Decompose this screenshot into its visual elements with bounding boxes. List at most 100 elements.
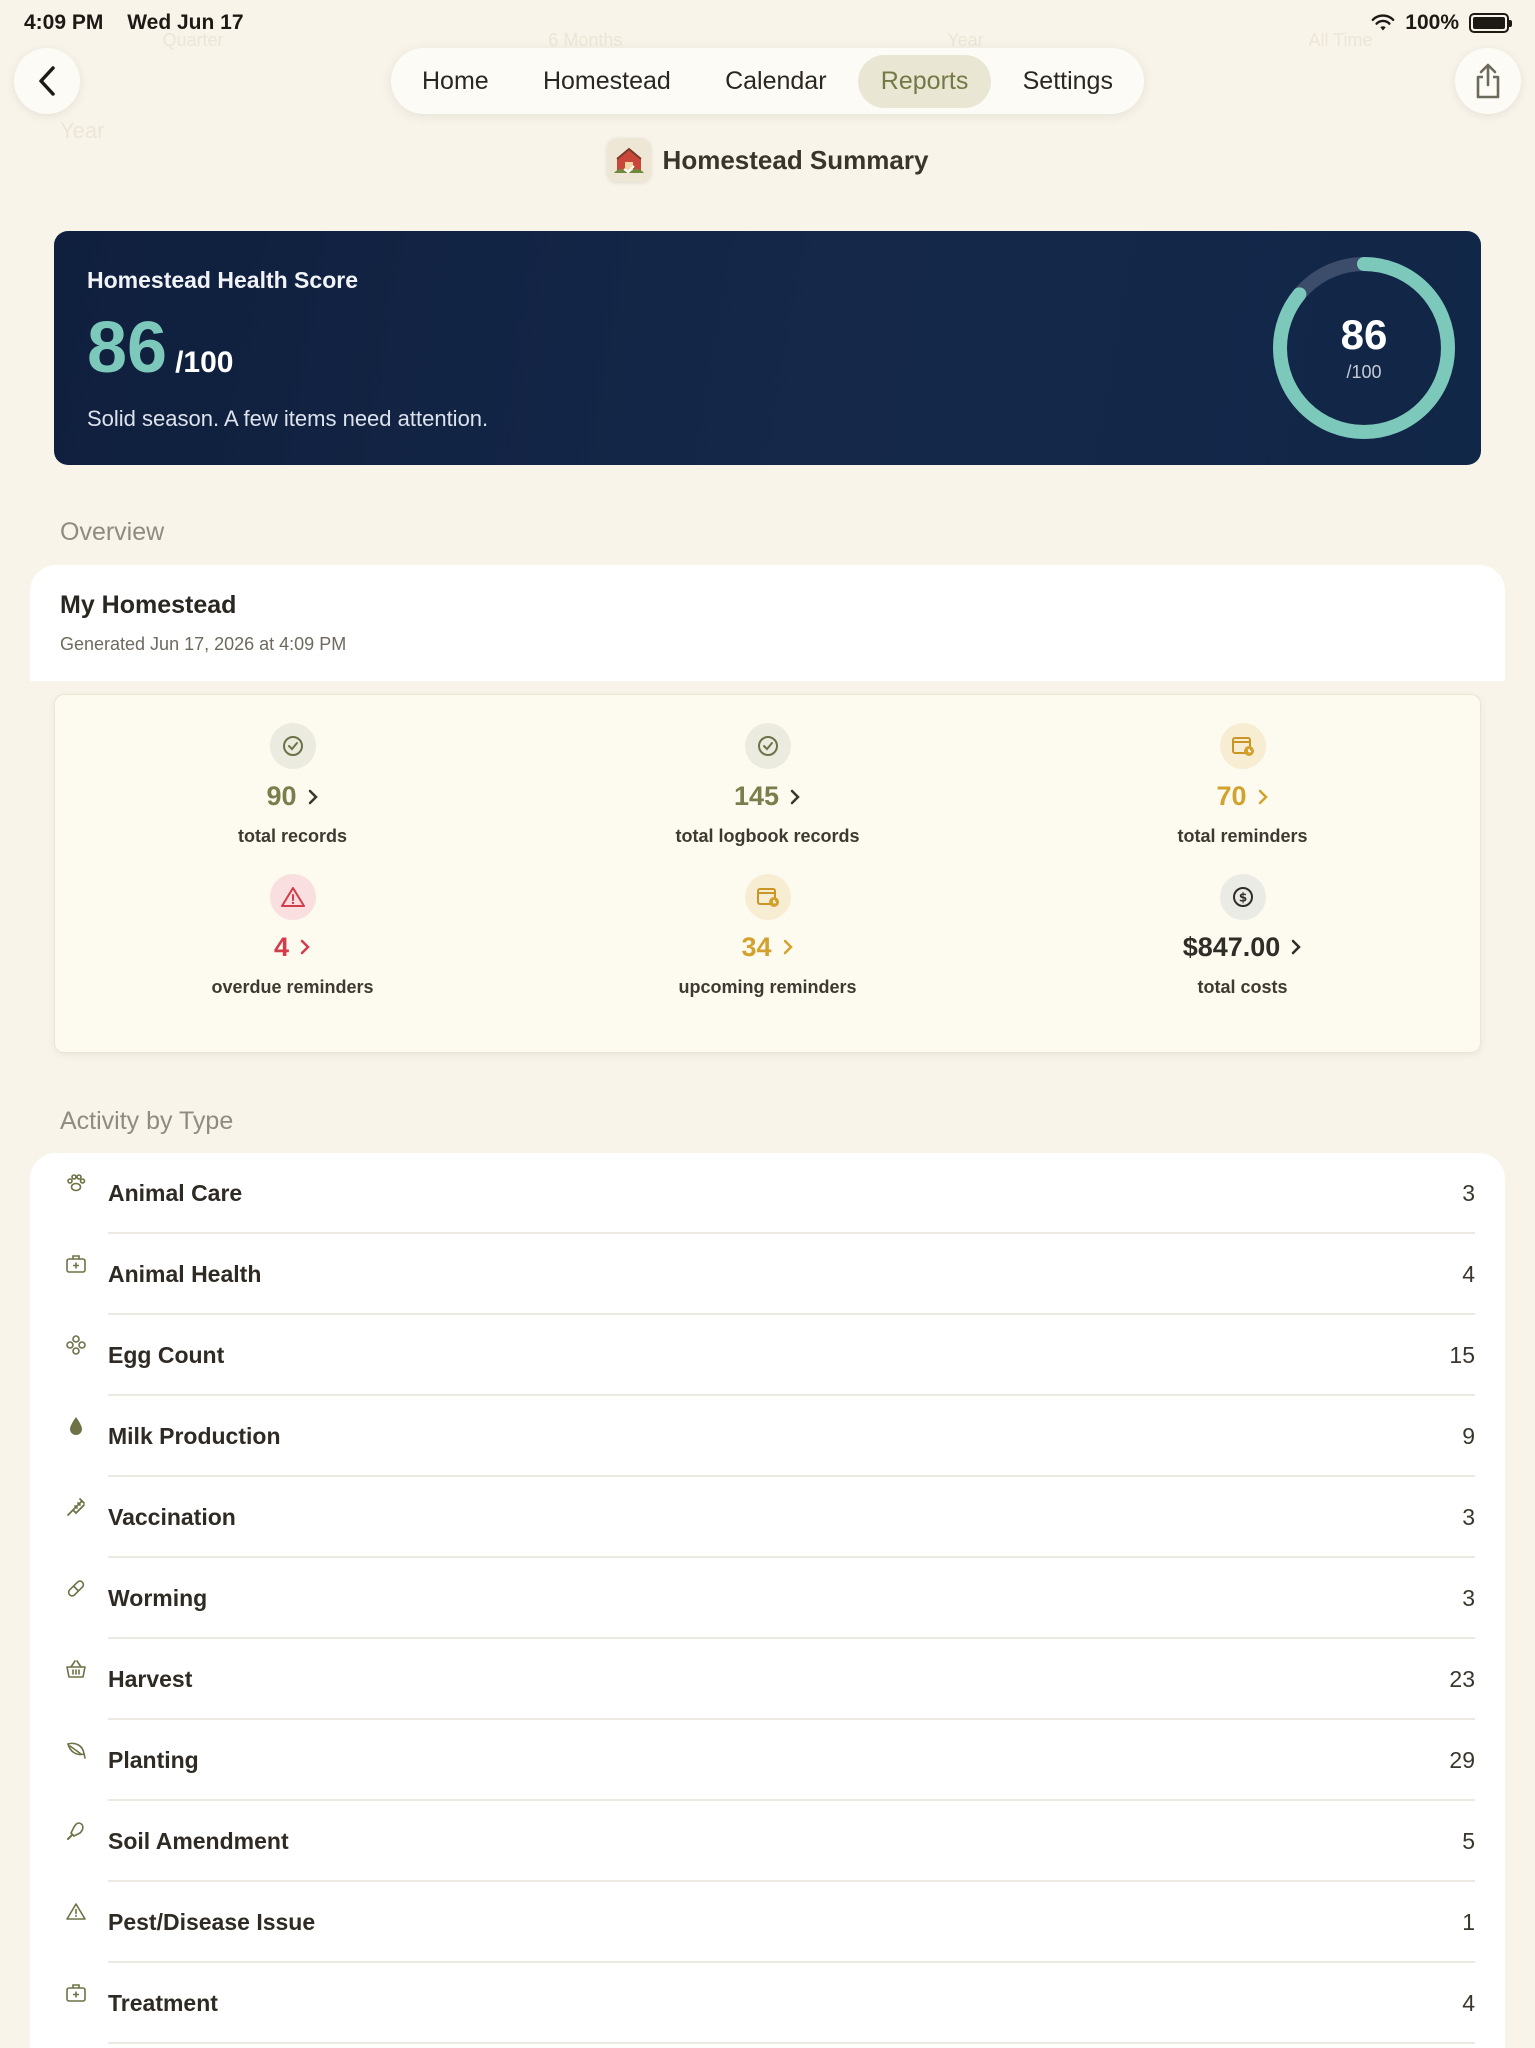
pill-icon [64, 1576, 88, 1600]
stat-number: $847.00 [1182, 931, 1281, 962]
stat-value: 90 [266, 781, 318, 812]
chevron-right-icon [1292, 939, 1302, 955]
stat-upcoming-reminders[interactable]: 34 upcoming reminders [530, 873, 1005, 1025]
activity-count: 23 [1449, 1666, 1475, 1692]
tab-home[interactable]: Home [399, 55, 512, 108]
generated-timestamp: Generated Jun 17, 2026 at 4:09 PM [60, 634, 347, 654]
activity-row-pest-disease-issue[interactable]: Pest/Disease Issue 1 [30, 1882, 1505, 1963]
activity-row-vaccination[interactable]: Vaccination 3 [30, 1477, 1505, 1558]
activity-name: Soil Amendment [108, 1828, 289, 1854]
chevron-right-icon [308, 789, 318, 804]
activity-count: 4 [1462, 1990, 1475, 2016]
calendar-clock-icon [744, 873, 791, 920]
stat-value: $847.00 [1183, 932, 1303, 963]
stat-number: 34 [741, 931, 772, 962]
homestead-name: My Homestead [60, 591, 237, 619]
page-title-text: Homestead Summary [662, 144, 929, 175]
overview-card: My Homestead Generated Jun 17, 2026 at 4… [30, 565, 1505, 681]
activity-count: 5 [1462, 1828, 1475, 1854]
health-score-label: Homestead Health Score [87, 267, 358, 293]
svg-text:$: $ [1238, 890, 1246, 904]
activity-row-soil-amendment[interactable]: Soil Amendment 5 [30, 1801, 1505, 1882]
status-time: 4:09 PM [24, 11, 104, 34]
battery-percent: 100% [1405, 11, 1459, 34]
warning-triangle-icon [269, 873, 316, 920]
status-bar: 4:09 PM Wed Jun 17 100% [0, 0, 1535, 46]
ring-score-denominator: /100 [1346, 361, 1382, 382]
activity-name: Planting [108, 1747, 199, 1773]
syringe-icon [64, 1495, 88, 1519]
activity-row-planting[interactable]: Planting 29 [30, 1720, 1505, 1801]
activity-name: Vaccination [108, 1504, 236, 1530]
page-title: Homestead Summary [0, 138, 1535, 182]
share-button[interactable] [1455, 48, 1521, 114]
ring-score-value: 86 [1340, 310, 1388, 358]
activity-list: Animal Care 3 Animal Health 4 Egg Count … [30, 1153, 1505, 2048]
warning-triangle-icon [64, 1900, 88, 1924]
activity-row-milk-production[interactable]: Milk Production 9 [30, 1396, 1505, 1477]
activity-name: Milk Production [108, 1423, 281, 1449]
stat-number: 70 [1216, 781, 1247, 811]
status-left: 4:09 PM Wed Jun 17 [24, 11, 262, 35]
stat-value: 70 [1216, 781, 1268, 812]
health-score-value: 86 [87, 308, 168, 388]
stat-label: total records [237, 826, 348, 846]
medical-kit-icon [64, 1981, 88, 2005]
chevron-right-icon [300, 939, 310, 955]
overview-section-label: Overview [60, 518, 165, 546]
activity-count: 3 [1462, 1180, 1475, 1206]
activity-row-egg-count[interactable]: Egg Count 15 [30, 1315, 1505, 1396]
stat-label: overdue reminders [211, 976, 374, 997]
activity-row-animal-care[interactable]: Animal Care 3 [30, 1153, 1505, 1234]
activity-row-harvest[interactable]: Harvest 23 [30, 1639, 1505, 1720]
chevron-right-icon [790, 789, 800, 804]
trowel-icon [64, 1819, 88, 1843]
back-button[interactable] [14, 48, 80, 114]
health-score-message: Solid season. A few items need attention… [87, 406, 489, 431]
egg-cluster-icon [64, 1333, 88, 1357]
tab-settings[interactable]: Settings [1000, 55, 1136, 108]
stat-label: upcoming reminders [678, 976, 857, 997]
activity-count: 4 [1462, 1261, 1475, 1287]
stat-total-costs[interactable]: $ $847.00 total costs [1005, 873, 1480, 1025]
drop-icon [64, 1414, 88, 1438]
stat-number: 90 [266, 781, 297, 811]
activity-row-treatment[interactable]: Treatment 4 [30, 1963, 1505, 2044]
activity-count: 15 [1449, 1342, 1475, 1368]
stat-label: total reminders [1177, 826, 1308, 846]
basket-icon [64, 1657, 88, 1681]
activity-name: Egg Count [108, 1342, 225, 1368]
stat-overdue-reminders[interactable]: 4 overdue reminders [55, 873, 530, 1025]
activity-row-animal-health[interactable]: Animal Health 4 [30, 1234, 1505, 1315]
status-right: 100% [1371, 11, 1512, 35]
share-icon [1476, 63, 1500, 99]
battery-icon [1469, 13, 1512, 33]
chevron-right-icon [783, 939, 793, 955]
activity-name: Animal Health [108, 1261, 262, 1287]
stat-value: 4 [274, 932, 311, 963]
health-score-ring: 86 /100 [1269, 253, 1459, 443]
check-circle-icon [744, 723, 791, 769]
stat-total-logbook-records[interactable]: 145 total logbook records [530, 723, 1005, 874]
leaf-icon [64, 1738, 88, 1762]
dollar-circle-icon: $ [1219, 873, 1266, 920]
activity-name: Pest/Disease Issue [108, 1909, 316, 1935]
stat-value: 34 [741, 932, 793, 963]
activity-row-worming[interactable]: Worming 3 [30, 1558, 1505, 1639]
activity-name: Treatment [108, 1990, 218, 2016]
stat-number: 145 [733, 781, 780, 811]
stat-total-reminders[interactable]: 70 total reminders [1005, 723, 1480, 874]
check-circle-icon [269, 723, 316, 769]
health-score-row: 86 /100 [87, 312, 1448, 384]
tab-calendar[interactable]: Calendar [702, 55, 849, 108]
activity-name: Worming [108, 1585, 208, 1611]
activity-count: 1 [1462, 1909, 1475, 1935]
stat-value: 145 [734, 781, 801, 812]
tab-homestead[interactable]: Homestead [520, 55, 694, 108]
stat-total-records[interactable]: 90 total records [55, 723, 530, 874]
activity-name: Harvest [108, 1666, 193, 1692]
wifi-icon [1371, 14, 1395, 31]
chevron-right-icon [1258, 789, 1268, 804]
tab-reports[interactable]: Reports [857, 54, 992, 108]
ring-text: 86 /100 [1269, 253, 1459, 443]
